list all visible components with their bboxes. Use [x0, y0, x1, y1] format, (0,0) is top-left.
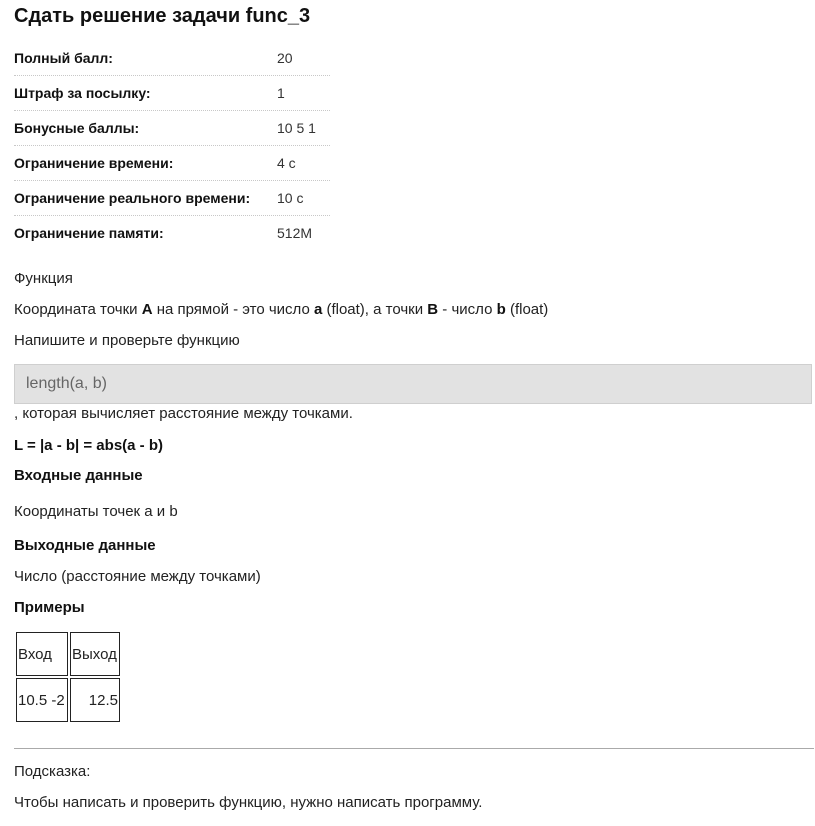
formula: L = |a - b| = abs(a - b): [14, 437, 163, 454]
limit-value: 10 5 1: [277, 120, 316, 136]
limits-table: Полный балл: 20 Штраф за посылку: 1 Бону…: [14, 41, 330, 251]
limit-row-bonus: Бонусные баллы: 10 5 1: [14, 111, 330, 146]
input-column-header: Вход: [16, 632, 68, 676]
output-heading: Выходные данные: [14, 537, 156, 554]
limit-label: Полный балл:: [14, 50, 113, 66]
limit-value: 10 с: [277, 190, 304, 206]
statement-text: (float): [505, 301, 549, 318]
limit-row-real-time: Ограничение реального времени: 10 с: [14, 181, 330, 216]
limit-value: 1: [277, 85, 285, 101]
statement-text: Координата точки: [14, 301, 142, 318]
statement-text: на прямой - это число: [152, 301, 314, 318]
limit-label: Ограничение времени:: [14, 155, 174, 171]
limit-label: Ограничение памяти:: [14, 225, 164, 241]
limit-value: 4 с: [277, 155, 296, 171]
limit-row-memory: Ограничение памяти: 512M: [14, 216, 330, 251]
input-text: Координаты точек a и b: [14, 503, 178, 520]
point-b-label: B: [427, 301, 439, 318]
problem-page: Сдать решение задачи func_3 Полный балл:…: [0, 0, 815, 826]
table-header-row: Вход Выход: [16, 632, 120, 676]
statement-line-1: Координата точки A на прямой - это число…: [14, 300, 548, 320]
limit-label: Бонусные баллы:: [14, 120, 140, 136]
statement-text: (float), а точки: [322, 301, 428, 318]
var-b-label: b: [496, 301, 506, 318]
limit-row-time: Ограничение времени: 4 с: [14, 146, 330, 181]
limit-label: Штраф за посылку:: [14, 85, 151, 101]
output-text: Число (расстояние между точками): [14, 568, 261, 585]
limit-row-full-score: Полный балл: 20: [14, 41, 330, 76]
statement-text: - число: [438, 301, 497, 318]
point-a-label: A: [141, 301, 153, 318]
limit-value: 512M: [277, 225, 313, 241]
output-column-header: Выход: [70, 632, 120, 676]
input-heading: Входные данные: [14, 467, 143, 484]
table-row: 10.5 -2 12.5: [16, 678, 120, 722]
limit-value: 20: [277, 50, 293, 66]
code-block: length(a, b): [14, 364, 812, 404]
limit-row-penalty: Штраф за посылку: 1: [14, 76, 330, 111]
section-title: Функция: [14, 270, 73, 287]
hint-label: Подсказка:: [14, 763, 91, 780]
divider: [14, 748, 814, 749]
examples-heading: Примеры: [14, 599, 85, 616]
example-input-cell: 10.5 -2: [16, 678, 68, 722]
examples-table: Вход Выход 10.5 -2 12.5: [14, 630, 122, 724]
page-title: Сдать решение задачи func_3: [14, 5, 311, 27]
example-output-cell: 12.5: [70, 678, 120, 722]
statement-line-3: , которая вычисляет расстояние между точ…: [14, 405, 353, 422]
hint-text: Чтобы написать и проверить функцию, нужн…: [14, 794, 483, 811]
statement-line-2: Напишите и проверьте функцию: [14, 332, 240, 349]
limit-label: Ограничение реального времени:: [14, 190, 251, 206]
